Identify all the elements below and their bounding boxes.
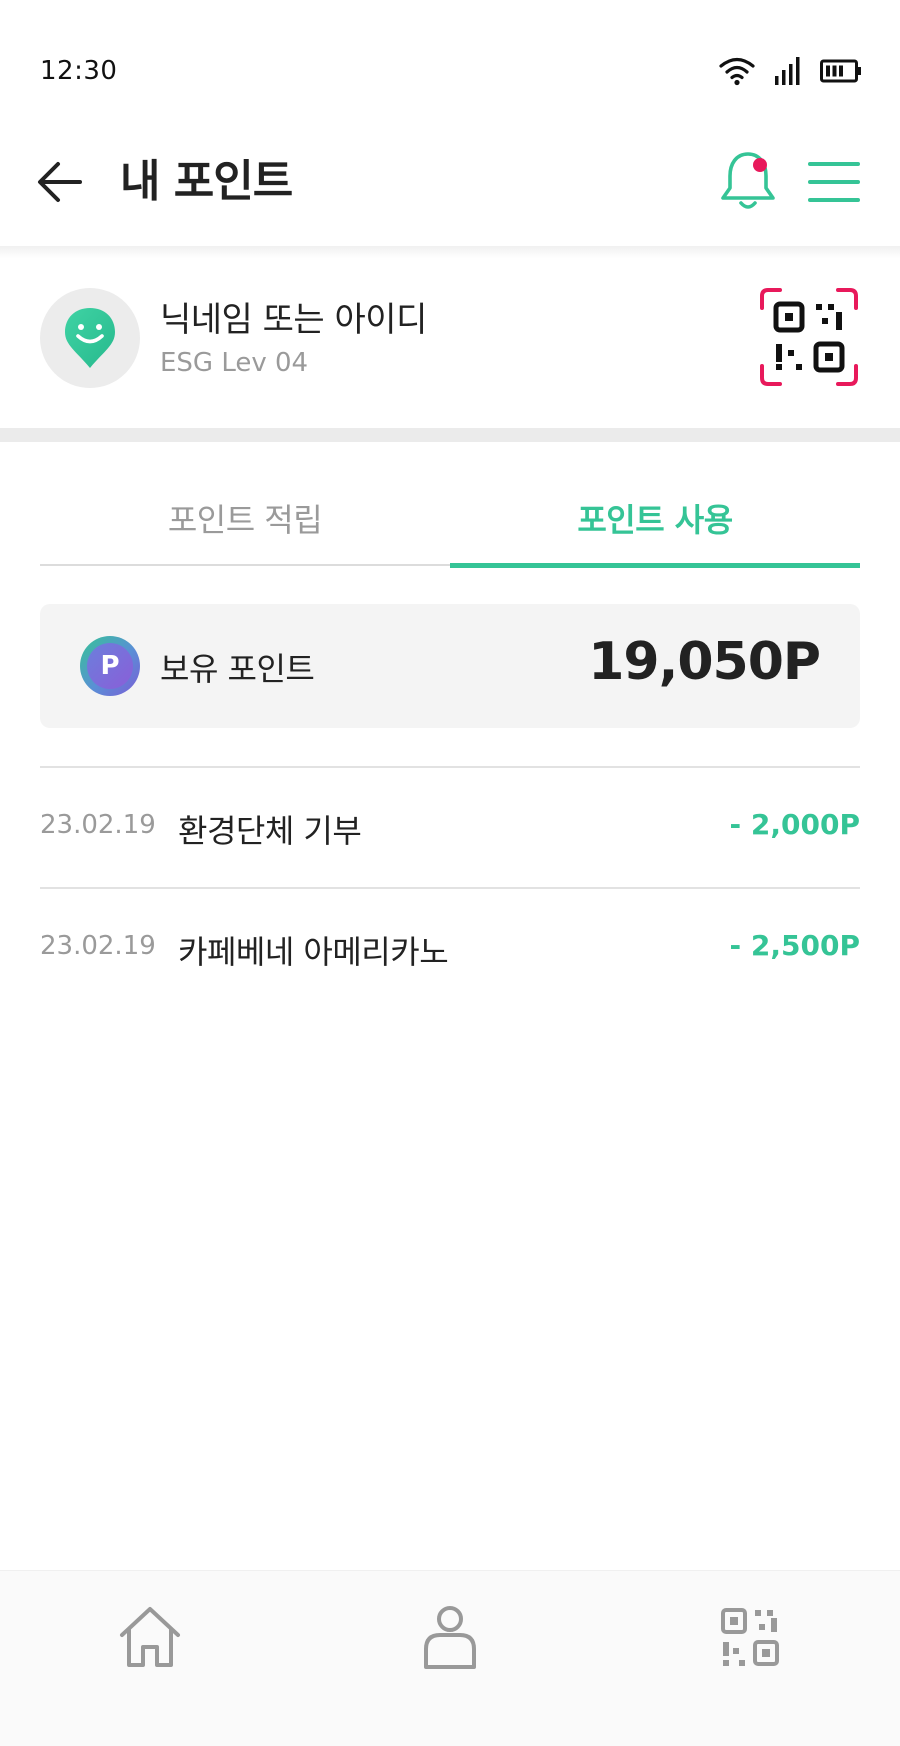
tab-earn-points[interactable]: 포인트 적립 — [40, 470, 450, 566]
status-time: 12:30 — [40, 56, 118, 86]
status-bar: 12:30 — [0, 0, 900, 140]
history-amount: - 2,000P — [729, 808, 860, 841]
qr-code-button[interactable] — [758, 286, 860, 388]
nav-qr-button[interactable] — [710, 1597, 790, 1677]
bottom-navigation — [0, 1570, 900, 1746]
nav-profile-button[interactable] — [410, 1597, 490, 1677]
menu-button[interactable] — [806, 154, 862, 210]
points-history-list: 23.02.19 환경단체 기부 - 2,000P 23.02.19 카페베네 … — [40, 766, 860, 1008]
profile-section: 닉네임 또는 아이디 ESG Lev 04 — [0, 258, 900, 428]
history-amount: - 2,500P — [729, 929, 860, 962]
notification-dot — [753, 158, 767, 172]
qr-code-icon — [760, 288, 858, 386]
list-item[interactable]: 23.02.19 카페베네 아메리카노 - 2,500P — [40, 887, 860, 1008]
points-tabs: 포인트 적립 포인트 사용 — [40, 470, 860, 568]
hamburger-menu-icon — [808, 162, 860, 202]
app-header: 내 포인트 — [0, 130, 900, 258]
list-item[interactable]: 23.02.19 환경단체 기부 - 2,000P — [40, 766, 860, 887]
status-icons — [718, 56, 862, 86]
history-date: 23.02.19 — [40, 810, 156, 840]
signal-icon — [775, 57, 800, 85]
section-divider — [0, 428, 900, 442]
profile-nickname: 닉네임 또는 아이디 — [160, 300, 427, 340]
history-title: 환경단체 기부 — [178, 812, 362, 850]
points-balance-label: 보유 포인트 — [160, 650, 315, 688]
back-button[interactable] — [32, 154, 88, 210]
notification-button[interactable] — [718, 148, 778, 214]
smiley-location-pin-icon — [65, 308, 115, 368]
home-icon — [120, 1607, 180, 1667]
avatar — [40, 288, 140, 388]
history-date: 23.02.19 — [40, 931, 156, 961]
page-title: 내 포인트 — [120, 156, 293, 207]
battery-icon — [820, 59, 861, 83]
history-title: 카페베네 아메리카노 — [178, 933, 449, 971]
active-tab-indicator — [450, 563, 860, 568]
nav-home-button[interactable] — [110, 1597, 190, 1677]
points-balance-card: P 보유 포인트 19,050P — [40, 604, 860, 728]
point-coin-icon: P — [80, 636, 140, 696]
points-balance-value: 19,050P — [588, 632, 821, 692]
arrow-left-icon — [38, 162, 82, 202]
point-coin-letter: P — [87, 643, 133, 689]
wifi-icon — [719, 57, 755, 86]
person-icon — [424, 1606, 476, 1669]
bell-icon — [721, 152, 775, 209]
tab-use-points[interactable]: 포인트 사용 — [450, 470, 860, 566]
profile-level: ESG Lev 04 — [160, 348, 309, 378]
qr-scan-icon — [721, 1608, 779, 1666]
